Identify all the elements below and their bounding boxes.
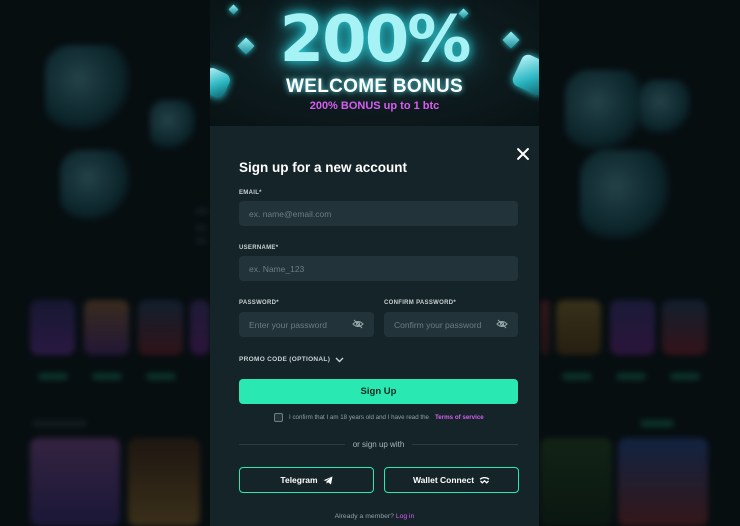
close-icon[interactable]	[516, 147, 530, 161]
eye-slash-icon[interactable]	[496, 319, 508, 329]
telegram-icon	[323, 476, 333, 484]
eye-slash-icon[interactable]	[352, 319, 364, 329]
already-member-text: Already a member?	[334, 513, 394, 520]
wallet-connect-label: Wallet Connect	[412, 475, 475, 485]
welcome-bonus-title: WELCOME BONUS	[285, 76, 463, 97]
or-sign-up-text: or sign up with	[352, 439, 405, 449]
email-label: EMAIL*	[239, 190, 262, 196]
wallet-connect-icon	[479, 476, 490, 484]
username-label: USERNAME*	[239, 245, 279, 251]
confirm-password-label: CONFIRM PASSWORD*	[384, 300, 456, 306]
bonus-percent-graphic: 200%	[279, 3, 472, 77]
signup-form: Sign up for a new account EMAIL* USERNAM…	[210, 126, 539, 526]
signup-modal: 200% WELCOME BONUS 200% BONUS up to 1 bt…	[210, 0, 539, 526]
form-title: Sign up for a new account	[239, 160, 408, 175]
promo-code-toggle[interactable]: PROMO CODE (OPTIONAL)	[239, 356, 344, 363]
wallet-connect-button[interactable]: Wallet Connect	[384, 467, 519, 493]
age-confirm-text: I confirm that I am 18 years old and I h…	[289, 414, 429, 421]
welcome-bonus-banner: 200% WELCOME BONUS 200% BONUS up to 1 bt…	[210, 0, 539, 126]
terms-of-service-link[interactable]: Terms of service	[435, 414, 484, 421]
email-field[interactable]	[239, 201, 518, 226]
chevron-down-icon	[335, 357, 344, 362]
telegram-button[interactable]: Telegram	[239, 467, 374, 493]
signup-button[interactable]: Sign Up	[239, 379, 518, 404]
divider-line	[239, 443, 345, 445]
already-member-row: Already a member? Log in	[210, 513, 539, 520]
username-field[interactable]	[239, 256, 518, 281]
telegram-label: Telegram	[280, 475, 318, 485]
login-link[interactable]: Log in	[396, 513, 415, 520]
welcome-bonus-subtitle: 200% BONUS up to 1 btc	[309, 100, 440, 112]
or-divider: or sign up with	[239, 439, 518, 449]
divider-line	[412, 443, 518, 445]
age-confirm-row: I confirm that I am 18 years old and I h…	[274, 413, 484, 422]
promo-code-label: PROMO CODE (OPTIONAL)	[239, 356, 331, 363]
age-confirm-checkbox[interactable]	[274, 413, 283, 422]
password-label: PASSWORD*	[239, 300, 279, 306]
